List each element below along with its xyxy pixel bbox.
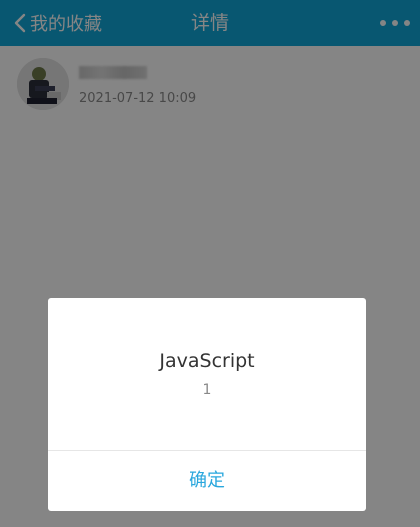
alert-dialog: JavaScript 1 确定 (48, 298, 366, 511)
dialog-message: 1 (202, 382, 212, 398)
confirm-button[interactable]: 确定 (48, 451, 366, 511)
dialog-title: JavaScript (159, 350, 255, 372)
